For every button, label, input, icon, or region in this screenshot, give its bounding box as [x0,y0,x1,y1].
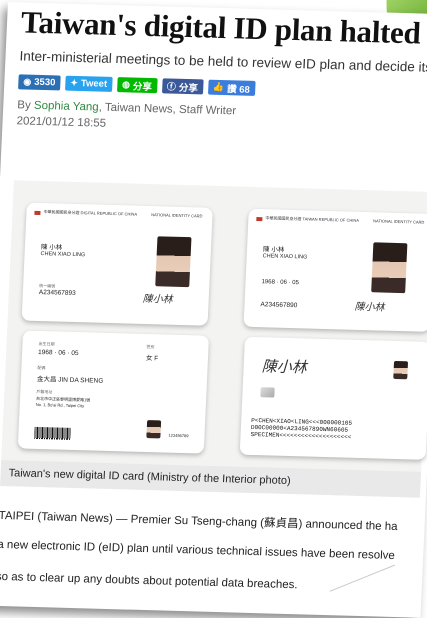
tweet-button[interactable]: ✦ Tweet [65,75,113,92]
card-barcode [34,426,71,440]
card-id-number: A234567893 [38,288,76,298]
card-spouse: 金大昌 JIN DA SHENG [36,375,104,385]
card-mrz: P<CHEN<XIAO<LING<<<000000105 D00C00000<A… [250,416,353,441]
id-card-back-right: 陳小林 P<CHEN<XIAO<LING<<<000000105 D00C000… [239,336,427,460]
article-page: Taiwan's digital ID plan halted Inter-mi… [0,2,427,618]
line-share-label: 分享 [132,81,153,93]
card-id-number: A234567890 [260,301,298,310]
flag-icon [256,217,263,222]
card-name-zh: 陳 小林 [40,244,63,252]
share-buttons: ◉ 3530 ✦ Tweet ◍ 分享 ⓕ 分享 👍 讚 68 [18,74,256,96]
card-header: 中華民國國民身分證 TAIWAN REPUBLIC OF CHINA [265,215,360,223]
byline-prefix: By [17,99,35,112]
id-card-front-right: 中華民國國民身分證 TAIWAN REPUBLIC OF CHINA NATIO… [243,208,427,332]
id-card-back-left: 出生日期 1968 · 06 · 05 性別 女 F 配偶 金大昌 JIN DA… [17,330,210,454]
spouse-label: 配偶 [37,364,46,371]
thumbs-up-icon: 👍 [212,81,225,93]
body-line-2: a new electronic ID (eID) plan until var… [0,538,396,563]
twitter-icon: ✦ [70,77,79,88]
facebook-icon: ⓕ [166,81,177,92]
card-chip [260,387,275,398]
card-signature: 陳小林 [354,301,385,314]
card-portrait [371,242,408,294]
line-share-button[interactable]: ◍ 分享 [116,77,158,94]
card-header-right: NATIONAL IDENTITY CARD [373,218,425,225]
line-icon: ◍ [121,79,131,90]
view-count-badge: ◉ 3530 [18,74,61,91]
article-photo: 中華民國國民身分證 DIGITAL REPUBLIC OF CHINA NATI… [1,180,427,472]
publish-date: 2021/01/12 18:55 [16,115,107,130]
facebook-share-label: 分享 [178,82,199,94]
like-count-label: 讚 68 [226,83,251,96]
card-dob: 1968 · 06 · 05 [261,279,299,287]
flag-icon [34,210,41,215]
card-number: 123456789 [168,432,189,439]
card-name-zh: 陳 小林 [262,246,285,254]
card-sex: 女 F [145,354,159,363]
view-count: 3530 [33,76,56,89]
dob-label: 出生日期 [38,340,55,347]
sex-label: 性別 [146,344,155,350]
card-dob: 1968 · 06 · 05 [37,348,79,358]
article-byline: By Sophia Yang, Taiwan News, Staff Write… [17,99,236,117]
card-header: 中華民國國民身分證 DIGITAL REPUBLIC OF CHINA [43,209,138,217]
card-header-right: NATIONAL IDENTITY CARD [151,212,203,219]
article-headline: Taiwan's digital ID plan halted [20,4,422,51]
card-mini-portrait [146,420,162,439]
eye-icon: ◉ [23,76,32,87]
card-name-en: CHEN XIAO LING [40,251,86,259]
card-address-en: No. 1, Bo'ai Rd., Taipei City [35,401,85,409]
article-subheadline: Inter-ministerial meetings to be held to… [19,48,427,76]
body-line-1: TAIPEI (Taiwan News) — Premier Su Tseng-… [0,509,398,534]
facebook-like-button[interactable]: 👍 讚 68 [207,79,256,96]
address-label: 戶籍地址 [36,388,53,395]
card-portrait [155,236,192,288]
card-name-en: CHEN XIAO LING [262,253,308,261]
card-mini-portrait [393,360,409,380]
id-card-front-left: 中華民國國民身分證 DIGITAL REPUBLIC OF CHINA NATI… [21,202,213,326]
author-link[interactable]: Sophia Yang [34,100,99,114]
card-signature: 陳小林 [261,357,308,377]
facebook-share-button[interactable]: ⓕ 分享 [161,78,204,95]
byline-suffix: , Taiwan News, Staff Writer [98,101,237,118]
card-signature: 陳小林 [142,293,173,306]
tweet-label: Tweet [80,78,108,90]
